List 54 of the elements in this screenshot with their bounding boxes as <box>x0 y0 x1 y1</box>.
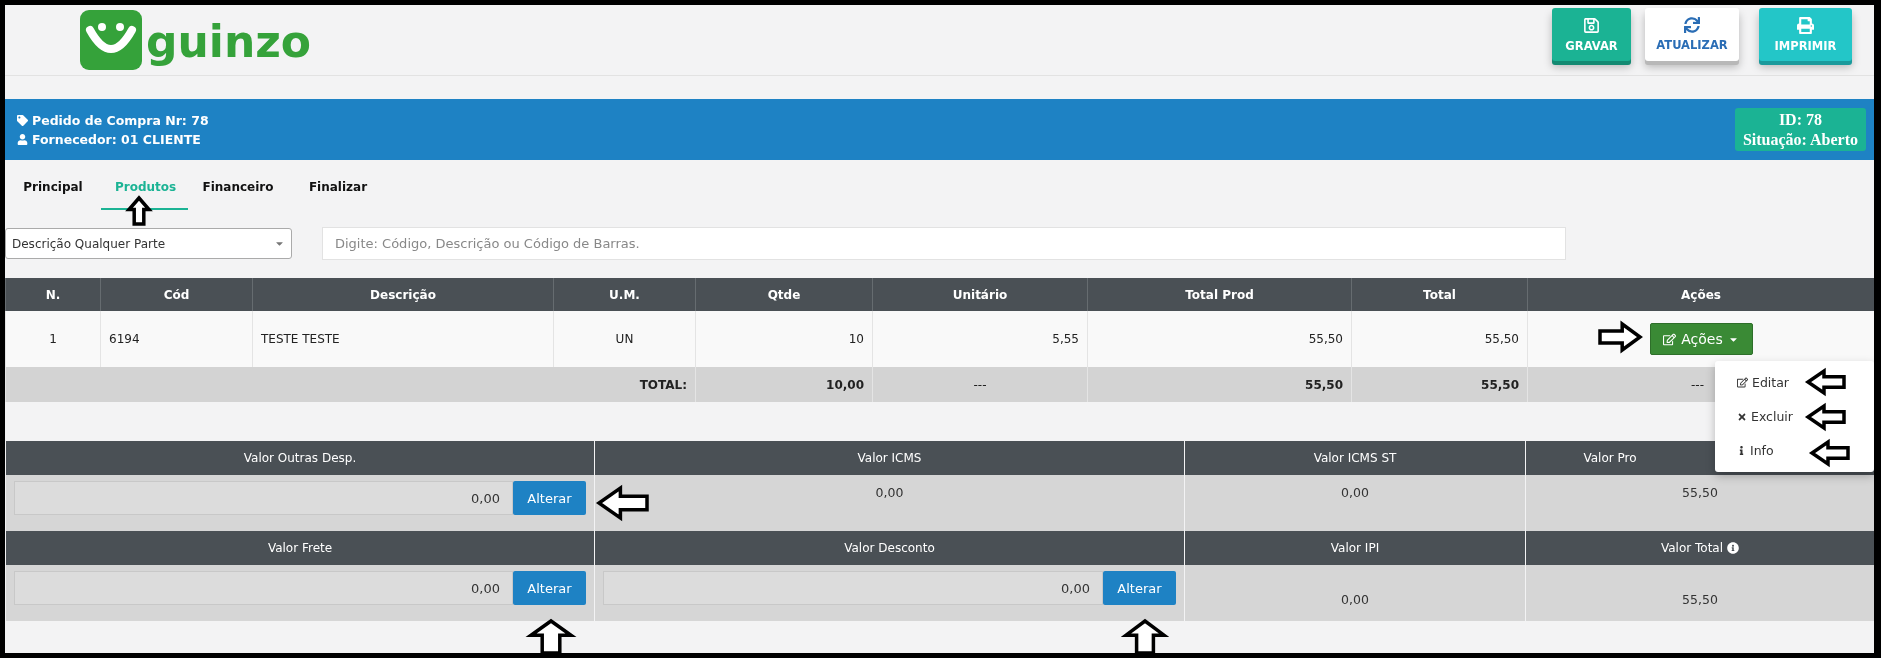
total-label: TOTAL: <box>5 367 695 402</box>
arrow-icon <box>1806 369 1846 395</box>
alterar-button[interactable]: Alterar <box>513 571 586 605</box>
search-mode-select[interactable]: Descrição Qualquer Parte <box>5 228 292 259</box>
summary-value: 0,00 <box>1341 485 1369 500</box>
supplier-name: Fornecedor: 01 CLIENTE <box>32 131 201 147</box>
order-id: ID: 78 <box>1777 110 1823 130</box>
menu-item[interactable]: Info <box>1715 433 1874 467</box>
alterar-button[interactable]: Alterar <box>1103 571 1176 605</box>
edit-icon <box>1663 332 1677 346</box>
summary-value: 0,00 <box>1341 591 1369 607</box>
menu-item[interactable]: Excluir <box>1715 399 1874 434</box>
summary-label: Valor Outras Desp. <box>243 451 357 465</box>
summary-label: Valor Total <box>1660 541 1724 555</box>
tab[interactable]: Financeiro <box>188 174 288 210</box>
summary-value: 0,00 <box>875 485 904 500</box>
value-field[interactable]: 0,00 <box>603 571 1103 605</box>
value-field[interactable]: 0,00 <box>14 571 513 605</box>
summary-value: 55,50 <box>1682 485 1718 500</box>
menu-item[interactable]: Editar <box>1715 366 1874 400</box>
total-cell: 55,50 <box>1087 367 1351 402</box>
info-icon <box>1737 445 1746 455</box>
print-icon <box>1797 16 1814 34</box>
total-cell: 55,50 <box>1351 367 1527 402</box>
arrow-icon <box>1598 322 1642 352</box>
arrow-icon <box>597 486 649 520</box>
save-icon <box>1583 16 1600 34</box>
arrow-icon <box>1806 404 1846 430</box>
arrow-icon <box>1810 440 1850 466</box>
actions-button[interactable]: Ações <box>1649 323 1753 355</box>
order-number: Pedido de Compra Nr: 78 <box>32 112 209 128</box>
refresh-icon <box>1684 17 1700 33</box>
logo-icon <box>80 10 142 70</box>
alterar-button[interactable]: Alterar <box>513 481 586 515</box>
summary-label: Valor Desconto <box>844 541 935 555</box>
tag-icon <box>17 114 28 126</box>
total-cell: 10,00 <box>695 367 872 402</box>
tab[interactable]: Principal <box>5 174 101 210</box>
summary-label: Valor Frete <box>267 541 333 555</box>
summary-value: 55,50 <box>1682 591 1718 607</box>
logo-text: guinzo <box>146 20 312 69</box>
search-field[interactable]: Digite: Código, Descrição ou Código de Barras. <box>322 227 1566 260</box>
user-icon <box>17 133 28 145</box>
total-cell: --- <box>872 367 1087 402</box>
edit-icon <box>1737 377 1748 389</box>
summary-label: Valor Pro <box>1583 451 1637 465</box>
summary-label: Valor ICMS ST <box>1313 451 1397 465</box>
value-field[interactable]: 0,00 <box>14 481 513 515</box>
summary-label: Valor IPI <box>1330 541 1380 555</box>
arrow-icon <box>127 196 151 226</box>
close-icon <box>1737 411 1747 422</box>
summary-label: Valor ICMS <box>857 451 922 465</box>
tab[interactable]: Finalizar <box>288 174 388 210</box>
order-status: Situação: Aberto <box>1742 129 1858 149</box>
